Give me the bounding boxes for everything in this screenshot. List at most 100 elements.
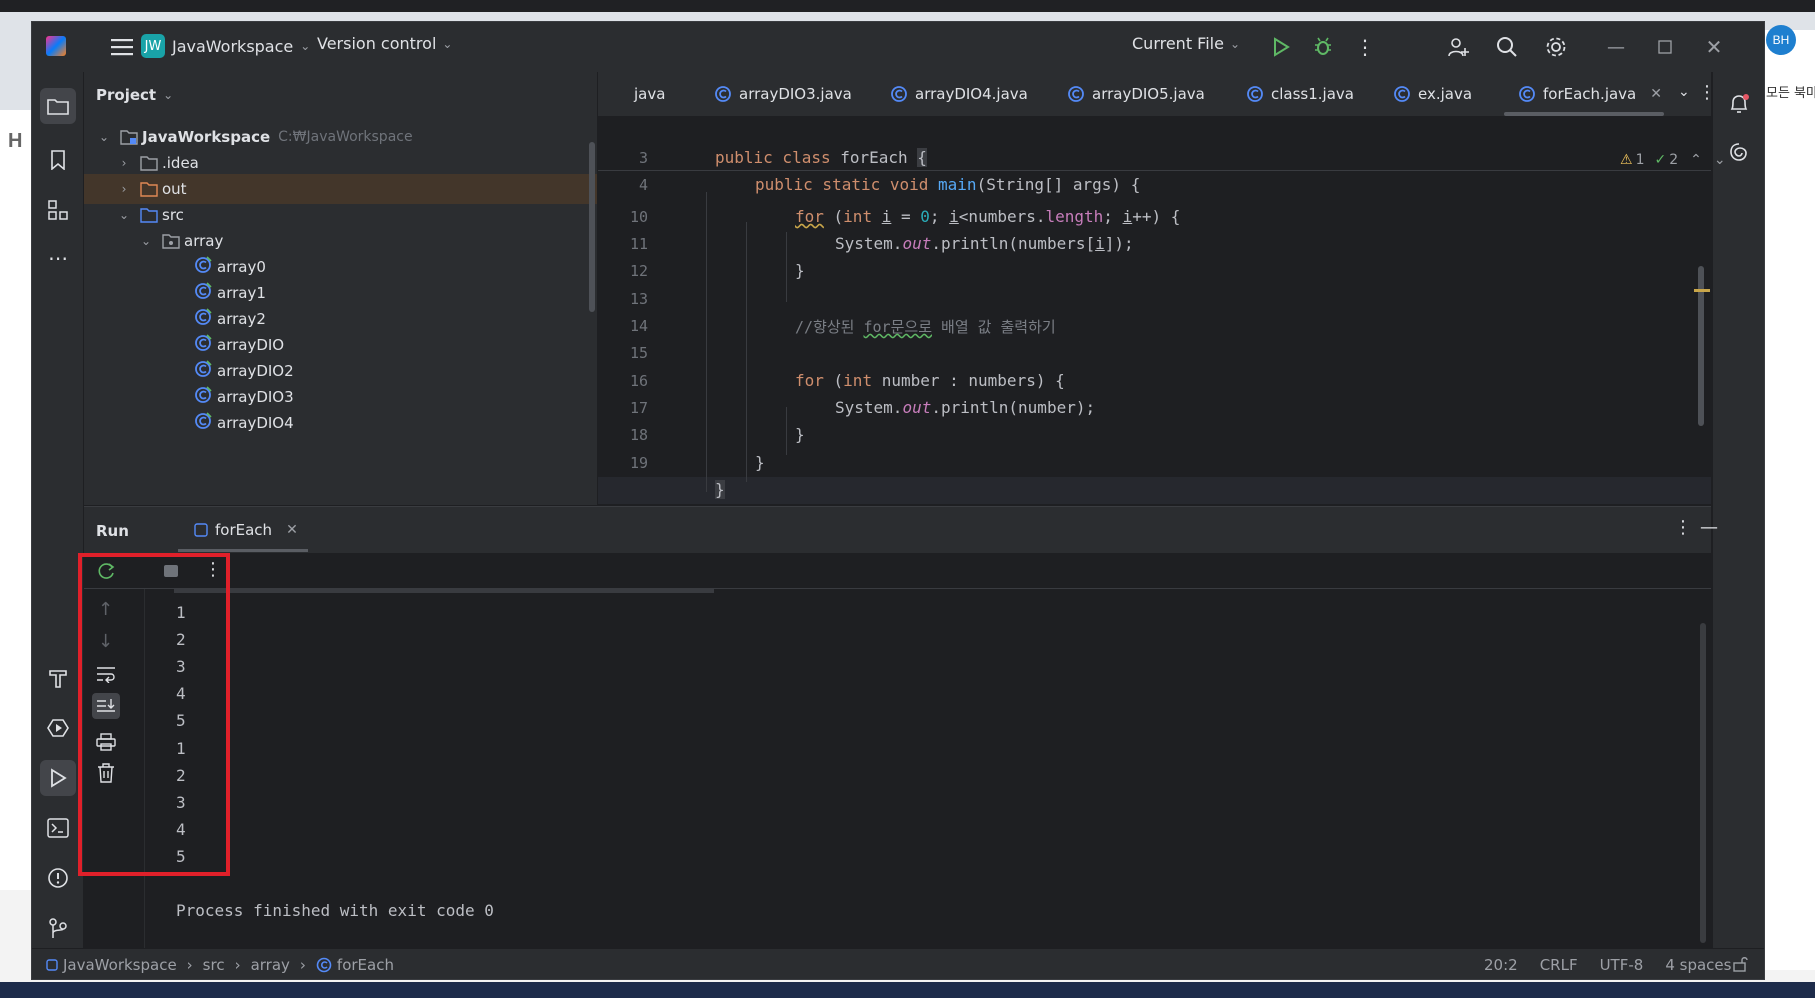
run-config-icon xyxy=(194,523,208,537)
chevron-right-icon: › xyxy=(234,956,241,974)
browser-page-glyph: H xyxy=(8,130,23,152)
next-highlight-icon[interactable]: ⌄ xyxy=(1714,152,1726,168)
tab-more-icon[interactable]: ⋮ xyxy=(1698,82,1716,103)
comment-typo: for문으로 xyxy=(863,318,933,336)
project-tool-icon[interactable] xyxy=(40,88,76,124)
code-text: ( xyxy=(823,371,844,390)
close-window-icon[interactable]: ✕ xyxy=(1698,31,1730,63)
more-actions-icon[interactable]: ⋮ xyxy=(1349,31,1381,63)
git-icon[interactable] xyxy=(42,912,74,944)
breadcrumb-item[interactable]: src xyxy=(203,956,225,974)
line-number: 13 xyxy=(629,290,648,308)
field: length xyxy=(1045,207,1104,226)
chevron-right-icon: › xyxy=(121,156,127,170)
run-tool-icon[interactable] xyxy=(40,760,76,796)
tab-label: ex.java xyxy=(1418,85,1473,103)
status-widgets: 20:2 CRLF UTF-8 4 spaces xyxy=(1484,956,1731,974)
run-button[interactable] xyxy=(1265,31,1297,63)
breadcrumb-item[interactable]: forEach xyxy=(337,956,394,974)
variable: i xyxy=(949,207,959,226)
tab-label: arrayDIO5.java xyxy=(1092,85,1205,103)
bookmarks-icon[interactable] xyxy=(42,144,74,176)
check-icon: ✓ xyxy=(1654,152,1667,168)
caret-position[interactable]: 20:2 xyxy=(1484,956,1518,974)
project-selector[interactable]: JW JavaWorkspace ⌄ xyxy=(141,34,310,58)
main-menu-icon[interactable] xyxy=(106,31,138,63)
notifications-bell-icon[interactable] xyxy=(1723,88,1755,120)
ai-assistant-icon[interactable] xyxy=(1723,136,1755,168)
line-number: 3 xyxy=(638,149,648,167)
variable: i xyxy=(881,207,892,226)
vcs-selector[interactable]: Version control ⌄ xyxy=(317,34,452,53)
tab-class1[interactable]: class1.java xyxy=(1246,72,1354,116)
settings-gear-icon[interactable] xyxy=(1540,31,1572,63)
code-text: ++) { xyxy=(1132,207,1181,226)
tab-arraydio4[interactable]: arrayDIO4.java xyxy=(890,72,1028,116)
excluded-folder-icon xyxy=(140,182,158,197)
maximize-window-icon[interactable] xyxy=(1649,31,1681,63)
terminal-icon[interactable] xyxy=(42,812,74,844)
close-tab-icon[interactable]: ✕ xyxy=(286,522,298,538)
tab-arraydio5[interactable]: arrayDIO5.java xyxy=(1067,72,1205,116)
tree-item-label: arrayDIO3 xyxy=(217,388,294,406)
problems-icon[interactable] xyxy=(42,862,74,894)
tree-item-class[interactable]: arrayDIO4 xyxy=(84,408,597,438)
run-config-selector[interactable]: Current File ⌄ xyxy=(1132,34,1240,53)
build-hammer-icon[interactable] xyxy=(42,662,74,694)
bookmarks-label[interactable]: 모든 북마 xyxy=(1766,82,1815,101)
project-panel-header[interactable]: Project ⌄ xyxy=(96,86,173,104)
chevron-down-icon: ⌄ xyxy=(98,130,110,144)
indent-setting[interactable]: 4 spaces xyxy=(1665,956,1731,974)
breadcrumb-item[interactable]: JavaWorkspace xyxy=(63,956,177,974)
file-encoding[interactable]: UTF-8 xyxy=(1600,956,1644,974)
tab-arraydio3[interactable]: arrayDIO3.java xyxy=(714,72,852,116)
line-number: 19 xyxy=(629,454,648,472)
readonly-lock-icon[interactable] xyxy=(1732,956,1748,976)
tree-root-path: C:₩JavaWorkspace xyxy=(278,129,413,145)
more-tools-icon[interactable]: ⋯ xyxy=(42,242,74,274)
warning-stripe-marker[interactable] xyxy=(1694,289,1710,292)
tab-foreach-active[interactable]: forEach.java ✕ xyxy=(1518,72,1662,116)
tab-label: forEach.java xyxy=(1543,85,1637,103)
current-line-highlight xyxy=(598,477,1711,504)
vcs-label: Version control xyxy=(317,34,437,53)
run-panel-more-icon[interactable]: ⋮ xyxy=(1674,517,1692,538)
previous-highlight-icon[interactable]: ⌃ xyxy=(1690,152,1702,168)
line-number: 4 xyxy=(638,176,648,194)
line-separator[interactable]: CRLF xyxy=(1540,956,1578,974)
java-class-icon xyxy=(194,386,212,408)
add-user-icon[interactable] xyxy=(1442,31,1474,63)
hide-panel-icon[interactable]: — xyxy=(1700,517,1718,538)
structure-icon[interactable] xyxy=(42,194,74,226)
right-tool-strip xyxy=(1712,72,1764,948)
taskbar xyxy=(0,982,1815,998)
editor-panel: java arrayDIO3.java arrayDIO4.java array… xyxy=(598,72,1726,505)
run-tab-foreach[interactable]: forEach ✕ xyxy=(194,521,298,539)
tree-root-label: JavaWorkspace xyxy=(142,128,271,146)
inspections-widget[interactable]: ⚠ 1 ✓ 2 ⌃ ⌄ xyxy=(1620,152,1726,168)
status-bar: JavaWorkspace › src › array › forEach 20… xyxy=(32,948,1764,979)
line-number: 10 xyxy=(629,208,648,226)
tab-ex[interactable]: ex.java xyxy=(1393,72,1472,116)
avatar[interactable]: BH xyxy=(1766,25,1796,55)
breadcrumb-item[interactable]: array xyxy=(251,956,290,974)
tree-item-label: arrayDIO xyxy=(217,336,285,354)
search-icon[interactable] xyxy=(1491,31,1523,63)
debug-button[interactable] xyxy=(1307,31,1339,63)
code-line-10: for (int i = 0; i<numbers.length; i++) { xyxy=(795,207,1180,226)
brace: { xyxy=(917,148,927,167)
tab-list-chevron-icon[interactable]: ⌄ xyxy=(1678,84,1690,100)
code-line-14-comment: //향상된 for문으로 배열 값 출력하기 xyxy=(795,316,1056,337)
services-icon[interactable] xyxy=(42,712,74,744)
code-text: ]); xyxy=(1104,234,1134,253)
static-field: out xyxy=(902,398,932,417)
intellij-logo-icon[interactable] xyxy=(46,36,66,56)
project-scrollbar[interactable] xyxy=(589,142,595,312)
close-tab-icon[interactable]: ✕ xyxy=(1650,86,1662,102)
minimize-window-icon[interactable]: — xyxy=(1600,31,1632,63)
tab-java[interactable]: java xyxy=(634,72,665,116)
tree-item-label: array1 xyxy=(217,284,266,302)
ok-count: 2 xyxy=(1669,152,1679,168)
tab-label: class1.java xyxy=(1271,85,1354,103)
console-scrollbar[interactable] xyxy=(1700,623,1706,943)
